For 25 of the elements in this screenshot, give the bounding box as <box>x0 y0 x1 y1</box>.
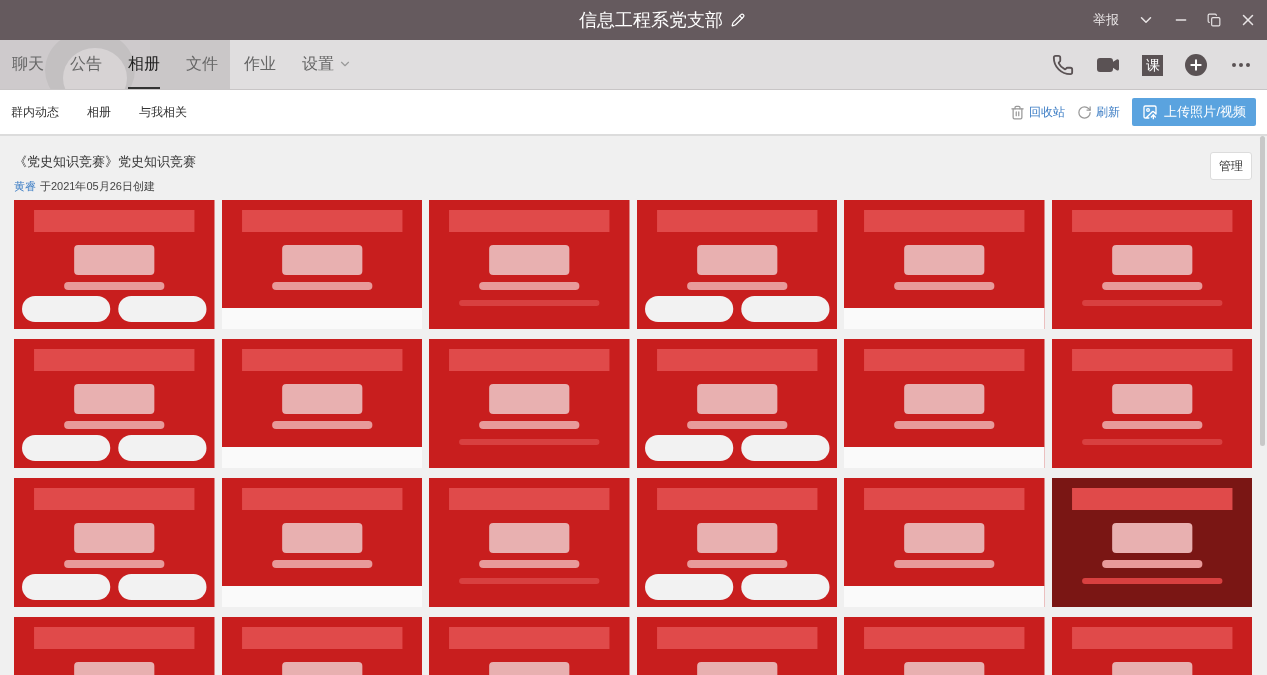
manage-button[interactable]: 管理 <box>1210 152 1252 180</box>
tab[interactable]: 聊天 <box>12 41 44 89</box>
window-title: 信息工程系党支部 <box>578 8 723 32</box>
add-chat-icon[interactable] <box>1185 54 1207 76</box>
author-link[interactable]: 黄睿 <box>14 177 36 194</box>
pencil-icon[interactable] <box>730 13 745 27</box>
subnav-link[interactable]: 群内动态 <box>11 103 59 121</box>
scrollbar[interactable] <box>1260 136 1265 446</box>
tab[interactable]: 文件 <box>186 41 218 89</box>
tab[interactable]: 作业 <box>244 41 276 89</box>
recycle-bin-link[interactable]: 回收站 <box>1029 103 1066 121</box>
trash-icon <box>1010 104 1026 120</box>
image-upload-icon <box>1142 104 1159 120</box>
tab[interactable]: 设置 <box>302 41 352 89</box>
upload-button[interactable]: 上传照片/视频 <box>1132 98 1256 126</box>
course-button[interactable]: 课 <box>1142 54 1163 76</box>
album-title: 《党史知识竞赛》党史知识竞赛 <box>14 153 196 171</box>
report-link[interactable]: 举报 <box>1093 10 1119 30</box>
phone-icon[interactable] <box>1052 54 1074 76</box>
subnav-link[interactable]: 与我相关 <box>139 103 187 121</box>
refresh-link[interactable]: 刷新 <box>1096 103 1121 121</box>
refresh-icon <box>1077 104 1093 120</box>
created-date: 于2021年05月26日创建 <box>40 178 155 194</box>
restore-icon[interactable] <box>1207 13 1221 27</box>
subnav-link[interactable]: 相册 <box>87 103 111 121</box>
